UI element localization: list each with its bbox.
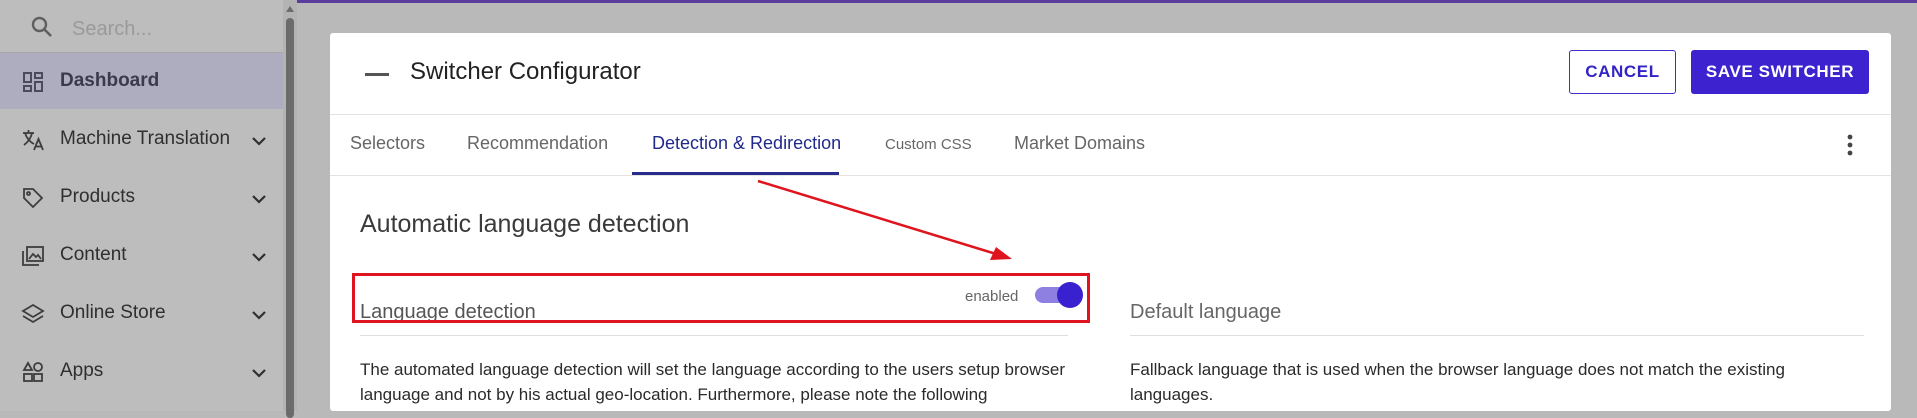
annotation-arrow-icon xyxy=(757,179,1012,260)
